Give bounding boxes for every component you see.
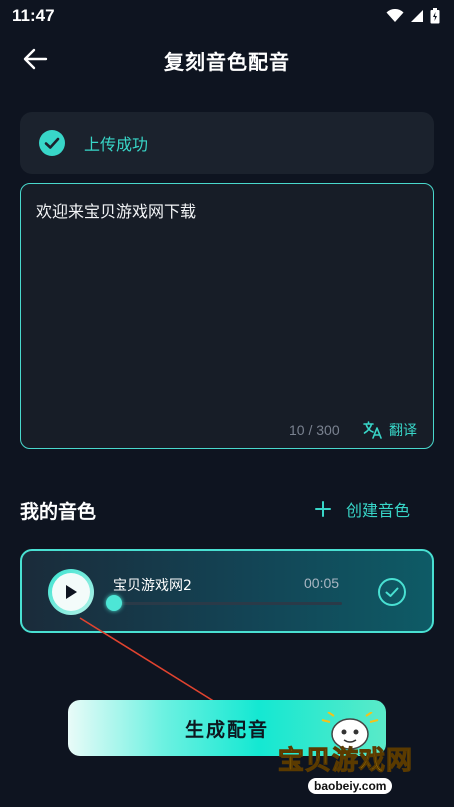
watermark-text: 宝贝游戏网 [277, 746, 414, 777]
status-icons [386, 8, 440, 24]
voice-name: 宝贝游戏网2 [113, 578, 192, 594]
check-circle-outline-icon[interactable] [377, 577, 407, 607]
play-button[interactable] [48, 569, 94, 615]
generate-label: 生成配音 [184, 718, 269, 741]
app-header: 复刻音色配音 [0, 36, 454, 82]
create-voice-label: 创建音色 [346, 501, 411, 520]
battery-icon [430, 8, 440, 24]
status-time: 11:47 [12, 6, 55, 25]
play-icon [66, 585, 77, 599]
create-voice-button[interactable]: 创建音色 [314, 497, 410, 521]
script-text-value[interactable]: 欢迎来宝贝游戏网下载 [36, 198, 196, 222]
voice-item[interactable]: 宝贝游戏网2 00:05 [20, 549, 434, 633]
page-title: 复刻音色配音 [164, 50, 290, 74]
check-circle-icon [39, 130, 65, 156]
char-count: 10 / 300 [289, 422, 340, 438]
playback-progress-knob[interactable] [106, 595, 122, 611]
script-text-area[interactable]: 欢迎来宝贝游戏网下载 10 / 300 翻译 [20, 183, 434, 449]
wifi-icon [386, 9, 404, 22]
status-bar: 11:47 [0, 0, 454, 32]
watermark-url: baobeiy.com [308, 778, 393, 794]
watermark-logo: 宝贝游戏网 baobeiy.com [276, 712, 426, 802]
translate-icon [363, 421, 382, 439]
playback-progress-track[interactable] [114, 602, 342, 605]
my-voices-title: 我的音色 [20, 501, 97, 523]
upload-status-text: 上传成功 [84, 135, 149, 154]
signal-icon [411, 10, 423, 22]
voice-duration: 00:05 [304, 575, 340, 591]
plus-icon [315, 501, 331, 517]
upload-status-card: 上传成功 [20, 112, 434, 174]
translate-label: 翻译 [389, 423, 417, 439]
translate-button[interactable]: 翻译 [363, 420, 417, 440]
